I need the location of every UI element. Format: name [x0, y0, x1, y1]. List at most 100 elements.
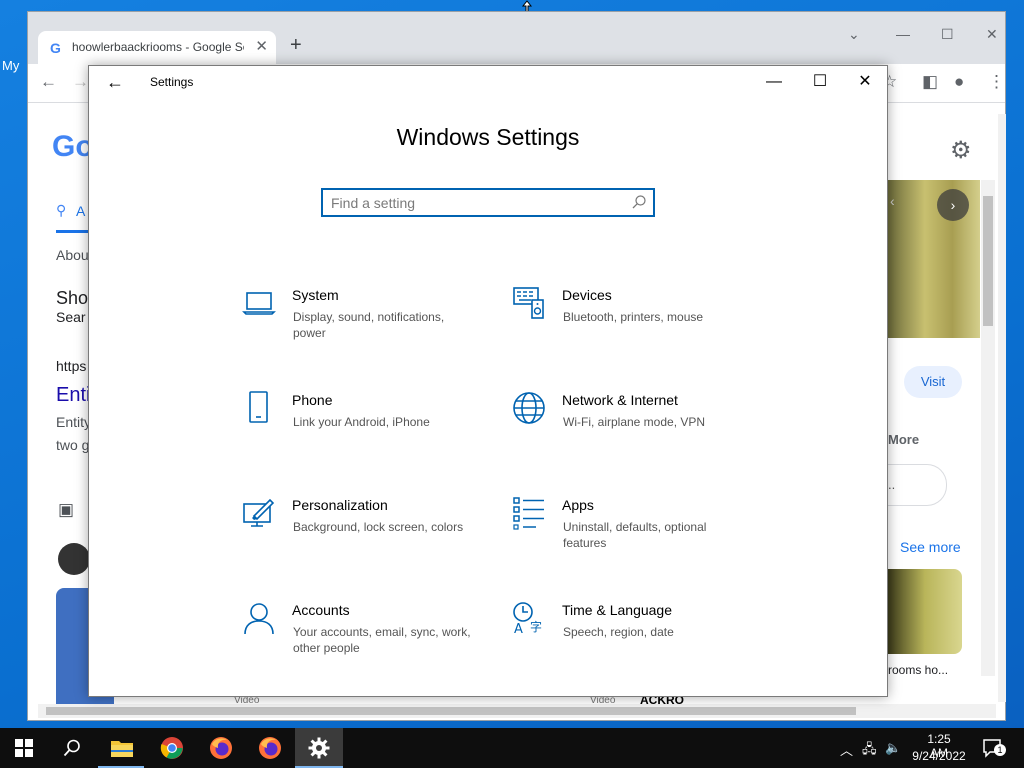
- tab-title: hoowlerbaackriooms - Google Search: [72, 40, 244, 54]
- tile-desc: Your accounts, email, sync, work, other …: [293, 625, 471, 655]
- settings-minimize-button[interactable]: —: [751, 68, 797, 96]
- tab-search-chevron-icon[interactable]: ⌄: [848, 26, 860, 43]
- chrome-tab-google-search[interactable]: G hoowlerbaackriooms - Google Search ✕: [38, 31, 276, 64]
- result-link[interactable]: Enti: [56, 384, 90, 407]
- result-desc-line1: Entity: [56, 414, 92, 430]
- search-icon: [63, 739, 80, 757]
- chrome-close-button[interactable]: ✕: [986, 26, 998, 43]
- horizontal-scrollbar[interactable]: [38, 704, 996, 718]
- page-title: Windows Settings: [396, 124, 580, 150]
- related-thumbnail[interactable]: [888, 569, 962, 654]
- notification-count: 1: [994, 744, 1006, 756]
- time-language-icon: A字: [512, 601, 546, 637]
- laptop-icon: [242, 286, 276, 320]
- chrome-icon: [160, 737, 183, 759]
- desktop: My G hoowlerbaackriooms - Google Search …: [0, 0, 1024, 768]
- volume-icon[interactable]: 🔈: [885, 740, 901, 756]
- tab-close-icon[interactable]: ✕: [255, 37, 268, 55]
- forward-arrow-icon[interactable]: →: [72, 72, 89, 92]
- settings-window-title: Settings: [150, 75, 194, 89]
- profile-avatar-icon[interactable]: ●: [954, 72, 964, 92]
- taskbar-search-button[interactable]: [48, 728, 96, 768]
- avatar: [58, 543, 90, 575]
- gear-icon: [308, 737, 330, 759]
- apps-icon: [512, 496, 546, 530]
- tray-chevron-icon[interactable]: ︿: [840, 740, 853, 759]
- taskbar-firefox-2[interactable]: [246, 728, 294, 768]
- start-button[interactable]: [0, 728, 48, 768]
- taskbar-chrome[interactable]: [148, 728, 196, 768]
- personalization-icon: [242, 496, 276, 530]
- tile-personalization[interactable]: Personalization Background, lock screen,…: [242, 496, 502, 566]
- search-tab-icon[interactable]: ⚲: [56, 202, 66, 219]
- folder-icon: [111, 741, 133, 757]
- clock-date[interactable]: 9/24/2022: [905, 749, 973, 763]
- pill-text: ..: [888, 477, 896, 492]
- result-heading: Sho: [56, 288, 89, 308]
- tile-apps[interactable]: Apps Uninstall, defaults, optional featu…: [512, 496, 772, 566]
- tile-title: Personalization: [292, 497, 388, 513]
- search-input[interactable]: [331, 194, 621, 212]
- chrome-menu-icon[interactable]: ⋮: [988, 72, 1005, 92]
- chrome-maximize-button[interactable]: ☐: [941, 26, 954, 43]
- tile-desc: Background, lock screen, colors: [293, 520, 464, 534]
- side-panel-icon[interactable]: ◧: [922, 72, 938, 92]
- search-pill[interactable]: ..: [888, 464, 947, 506]
- thumbnail-caption[interactable]: rooms ho...: [888, 663, 948, 677]
- tile-accounts[interactable]: Accounts Your accounts, email, sync, wor…: [242, 601, 502, 671]
- result-desc-line2: two g: [56, 437, 90, 453]
- back-button[interactable]: ←: [103, 70, 127, 94]
- tile-time-language[interactable]: A字 Time & Language Speech, region, date: [512, 601, 772, 671]
- taskbar-file-explorer[interactable]: [98, 728, 146, 768]
- search-box[interactable]: [321, 188, 655, 217]
- more-label: More: [888, 432, 920, 447]
- tile-desc: Link your Android, iPhone: [293, 415, 430, 429]
- devices-icon: [512, 286, 546, 320]
- globe-icon: [512, 391, 546, 425]
- taskbar-firefox-1[interactable]: [197, 728, 245, 768]
- result-subheading: Sear: [56, 309, 86, 325]
- tile-desc: Uninstall, defaults, optional features: [563, 520, 707, 550]
- visit-button[interactable]: Visit: [904, 366, 962, 398]
- panel-scrollbar[interactable]: [981, 180, 995, 676]
- tile-title: Time & Language: [562, 602, 672, 618]
- person-icon: [242, 601, 276, 635]
- tile-system[interactable]: System Display, sound, notifications, po…: [242, 286, 502, 356]
- image-icon: ▣: [58, 500, 75, 519]
- settings-close-button[interactable]: ✕: [842, 68, 888, 96]
- firefox-icon: [259, 737, 281, 759]
- horizontal-scrollbar-thumb[interactable]: [46, 707, 856, 715]
- tile-title: Devices: [562, 287, 612, 303]
- tile-title: Accounts: [292, 602, 350, 618]
- tile-title: Phone: [292, 392, 333, 408]
- phone-icon: [242, 391, 276, 425]
- settings-maximize-button[interactable]: ☐: [797, 68, 843, 96]
- tile-desc: Bluetooth, printers, mouse: [563, 310, 704, 324]
- result-url[interactable]: https: [56, 358, 86, 374]
- network-icon[interactable]: 🖧: [862, 740, 877, 762]
- tile-network-internet[interactable]: Network & Internet Wi-Fi, airplane mode,…: [512, 391, 772, 461]
- windows-logo-icon: [15, 739, 33, 757]
- see-more-link[interactable]: See more: [900, 539, 961, 555]
- taskbar-settings[interactable]: [295, 728, 343, 768]
- tile-title: Apps: [562, 497, 594, 513]
- tile-title: System: [292, 287, 339, 303]
- new-tab-button[interactable]: +: [290, 34, 302, 57]
- chrome-minimize-button[interactable]: —: [896, 26, 910, 42]
- panel-scrollbar-thumb[interactable]: [983, 196, 993, 326]
- page-scrollbar[interactable]: [998, 114, 1006, 702]
- svg-text:A: A: [514, 622, 523, 635]
- all-tab-label[interactable]: A: [76, 203, 85, 219]
- tile-title: Network & Internet: [562, 392, 678, 408]
- tile-devices[interactable]: Devices Bluetooth, printers, mouse: [512, 286, 772, 356]
- svg-text:字: 字: [530, 619, 542, 634]
- back-arrow-icon[interactable]: ←: [40, 72, 57, 92]
- gear-icon[interactable]: ⚙: [950, 136, 972, 165]
- search-icon[interactable]: [631, 194, 647, 210]
- carousel-prev-icon[interactable]: ‹: [890, 193, 895, 209]
- notification-button[interactable]: 1: [982, 738, 1006, 758]
- tile-desc: Wi-Fi, airplane mode, VPN: [563, 415, 706, 429]
- carousel-next-button[interactable]: ›: [937, 189, 969, 221]
- firefox-icon: [210, 737, 232, 759]
- tile-phone[interactable]: Phone Link your Android, iPhone: [242, 391, 502, 461]
